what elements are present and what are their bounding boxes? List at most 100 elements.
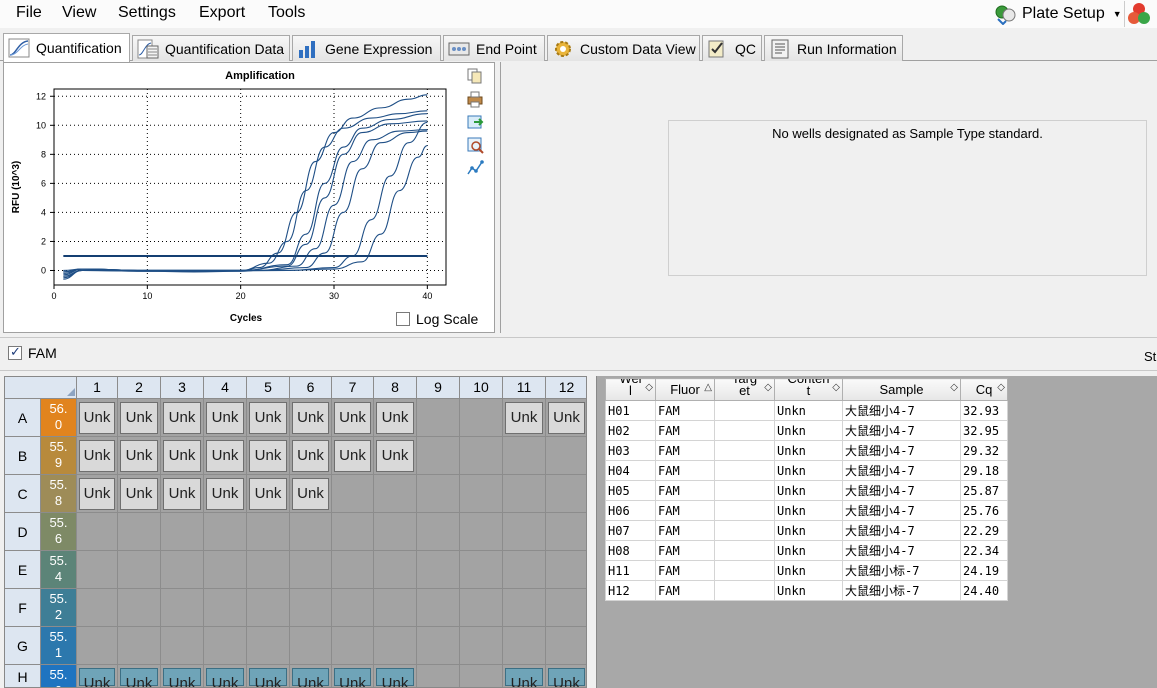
- column-header[interactable]: Cq ◇: [960, 378, 1008, 401]
- tab-quantification[interactable]: Quantification: [3, 33, 130, 62]
- plate-well[interactable]: [161, 551, 204, 589]
- plate-column-header[interactable]: 5: [247, 377, 290, 399]
- menu-tools[interactable]: Tools: [268, 4, 305, 22]
- table-row[interactable]: H12 FAM Unkn 大鼠细小标-7 24.40: [605, 580, 1008, 601]
- well-unknown-C6[interactable]: Unk: [292, 478, 329, 510]
- plate-setup-button[interactable]: Plate Setup ▼: [994, 2, 1122, 26]
- plate-well[interactable]: [460, 399, 503, 437]
- menu-export[interactable]: Export: [199, 4, 245, 22]
- plate-well[interactable]: [503, 513, 546, 551]
- plate-well[interactable]: [247, 627, 290, 665]
- trace-style-icon[interactable]: [466, 159, 484, 177]
- table-row[interactable]: H11 FAM Unkn 大鼠细小标-7 24.19: [605, 560, 1008, 581]
- amplification-curve-4[interactable]: [63, 120, 428, 276]
- plate-well[interactable]: [118, 513, 161, 551]
- table-row[interactable]: H08 FAM Unkn 大鼠细小4-7 22.34: [605, 540, 1008, 561]
- amplification-curve-2[interactable]: [63, 110, 428, 274]
- well-unknown-B4[interactable]: Unk: [206, 440, 244, 472]
- plate-well[interactable]: [77, 627, 118, 665]
- well-unknown-H5[interactable]: Unk: [249, 668, 287, 687]
- plate-well[interactable]: [417, 475, 460, 513]
- plate-well[interactable]: [460, 513, 503, 551]
- plate-row-header[interactable]: D: [5, 513, 41, 551]
- plate-well[interactable]: [204, 513, 247, 551]
- plate-row-header[interactable]: C: [5, 475, 41, 513]
- copy-icon[interactable]: [466, 67, 484, 85]
- plate-well[interactable]: [503, 627, 546, 665]
- plate-well[interactable]: [77, 589, 118, 627]
- plate-well[interactable]: [503, 437, 546, 475]
- plate-row-header[interactable]: F: [5, 589, 41, 627]
- column-header[interactable]: Targ et ◇: [714, 378, 775, 401]
- well-unknown-H8[interactable]: Unk: [376, 668, 414, 687]
- well-unknown-C4[interactable]: Unk: [206, 478, 244, 510]
- plate-row-header[interactable]: A: [5, 399, 41, 437]
- plate-well[interactable]: [332, 627, 374, 665]
- well-unknown-C5[interactable]: Unk: [249, 478, 287, 510]
- plate-well[interactable]: [290, 551, 332, 589]
- well-unknown-H1[interactable]: Unk: [79, 668, 115, 687]
- tab-end-point[interactable]: End Point: [443, 35, 545, 61]
- plate-well[interactable]: [417, 437, 460, 475]
- well-unknown-B8[interactable]: Unk: [376, 440, 414, 472]
- plate-well[interactable]: [546, 513, 586, 551]
- plate-well[interactable]: [546, 475, 586, 513]
- well-unknown-H3[interactable]: Unk: [163, 668, 201, 687]
- tab-gene-expression[interactable]: Gene Expression: [292, 35, 441, 61]
- plate-well[interactable]: [290, 589, 332, 627]
- plate-well[interactable]: [546, 437, 586, 475]
- tab-custom-data-view[interactable]: Custom Data View: [547, 35, 700, 61]
- plate-column-header[interactable]: 7: [332, 377, 374, 399]
- plate-well[interactable]: [460, 589, 503, 627]
- plate-well[interactable]: [417, 551, 460, 589]
- column-header[interactable]: Sample ◇: [842, 378, 961, 401]
- well-unknown-B2[interactable]: Unk: [120, 440, 158, 472]
- plate-corner[interactable]: [5, 377, 77, 399]
- table-row[interactable]: H07 FAM Unkn 大鼠细小4-7 22.29: [605, 520, 1008, 541]
- plate-well[interactable]: [417, 665, 460, 687]
- plate-well[interactable]: [460, 437, 503, 475]
- print-icon[interactable]: [466, 90, 484, 108]
- plate-well[interactable]: [161, 513, 204, 551]
- plate-well[interactable]: [417, 513, 460, 551]
- plate-well[interactable]: [503, 475, 546, 513]
- table-row[interactable]: H04 FAM Unkn 大鼠细小4-7 29.18: [605, 460, 1008, 481]
- well-unknown-H7[interactable]: Unk: [334, 668, 371, 687]
- table-row[interactable]: H06 FAM Unkn 大鼠细小4-7 25.76: [605, 500, 1008, 521]
- plate-row-header[interactable]: G: [5, 627, 41, 665]
- plate-well[interactable]: [332, 589, 374, 627]
- plate-well[interactable]: [332, 551, 374, 589]
- sort-icon[interactable]: ◇: [950, 382, 958, 393]
- well-unknown-H12[interactable]: Unk: [548, 668, 585, 687]
- well-unknown-H4[interactable]: Unk: [206, 668, 244, 687]
- well-unknown-A1[interactable]: Unk: [79, 402, 115, 434]
- well-unknown-A7[interactable]: Unk: [334, 402, 371, 434]
- plate-well[interactable]: [247, 513, 290, 551]
- plate-column-header[interactable]: 4: [204, 377, 247, 399]
- plate-well[interactable]: [332, 513, 374, 551]
- log-scale-checkbox[interactable]: Log Scale: [396, 311, 478, 327]
- plate-well[interactable]: [503, 551, 546, 589]
- plate-well[interactable]: [374, 627, 417, 665]
- plate-well[interactable]: [332, 475, 374, 513]
- plate-well[interactable]: [460, 551, 503, 589]
- table-row[interactable]: H01 FAM Unkn 大鼠细小4-7 32.93: [605, 400, 1008, 421]
- plate-well[interactable]: [118, 589, 161, 627]
- tab-run-information[interactable]: Run Information: [764, 35, 903, 61]
- fam-checkbox[interactable]: FAM: [8, 344, 57, 361]
- plate-well[interactable]: [417, 399, 460, 437]
- well-unknown-H11[interactable]: Unk: [505, 668, 543, 687]
- plate-well[interactable]: [546, 627, 586, 665]
- amplification-curve-6[interactable]: [63, 130, 428, 272]
- well-unknown-A8[interactable]: Unk: [376, 402, 414, 434]
- plate-column-header[interactable]: 6: [290, 377, 332, 399]
- plate-well[interactable]: [374, 475, 417, 513]
- traffic-light-icon[interactable]: [1124, 1, 1152, 27]
- well-unknown-C1[interactable]: Unk: [79, 478, 115, 510]
- plate-well[interactable]: [77, 513, 118, 551]
- plate-row-header[interactable]: H: [5, 665, 41, 687]
- column-header[interactable]: Wel l ◇: [605, 378, 656, 401]
- table-row[interactable]: H02 FAM Unkn 大鼠细小4-7 32.95: [605, 420, 1008, 441]
- menu-settings[interactable]: Settings: [118, 4, 176, 22]
- plate-well[interactable]: [118, 551, 161, 589]
